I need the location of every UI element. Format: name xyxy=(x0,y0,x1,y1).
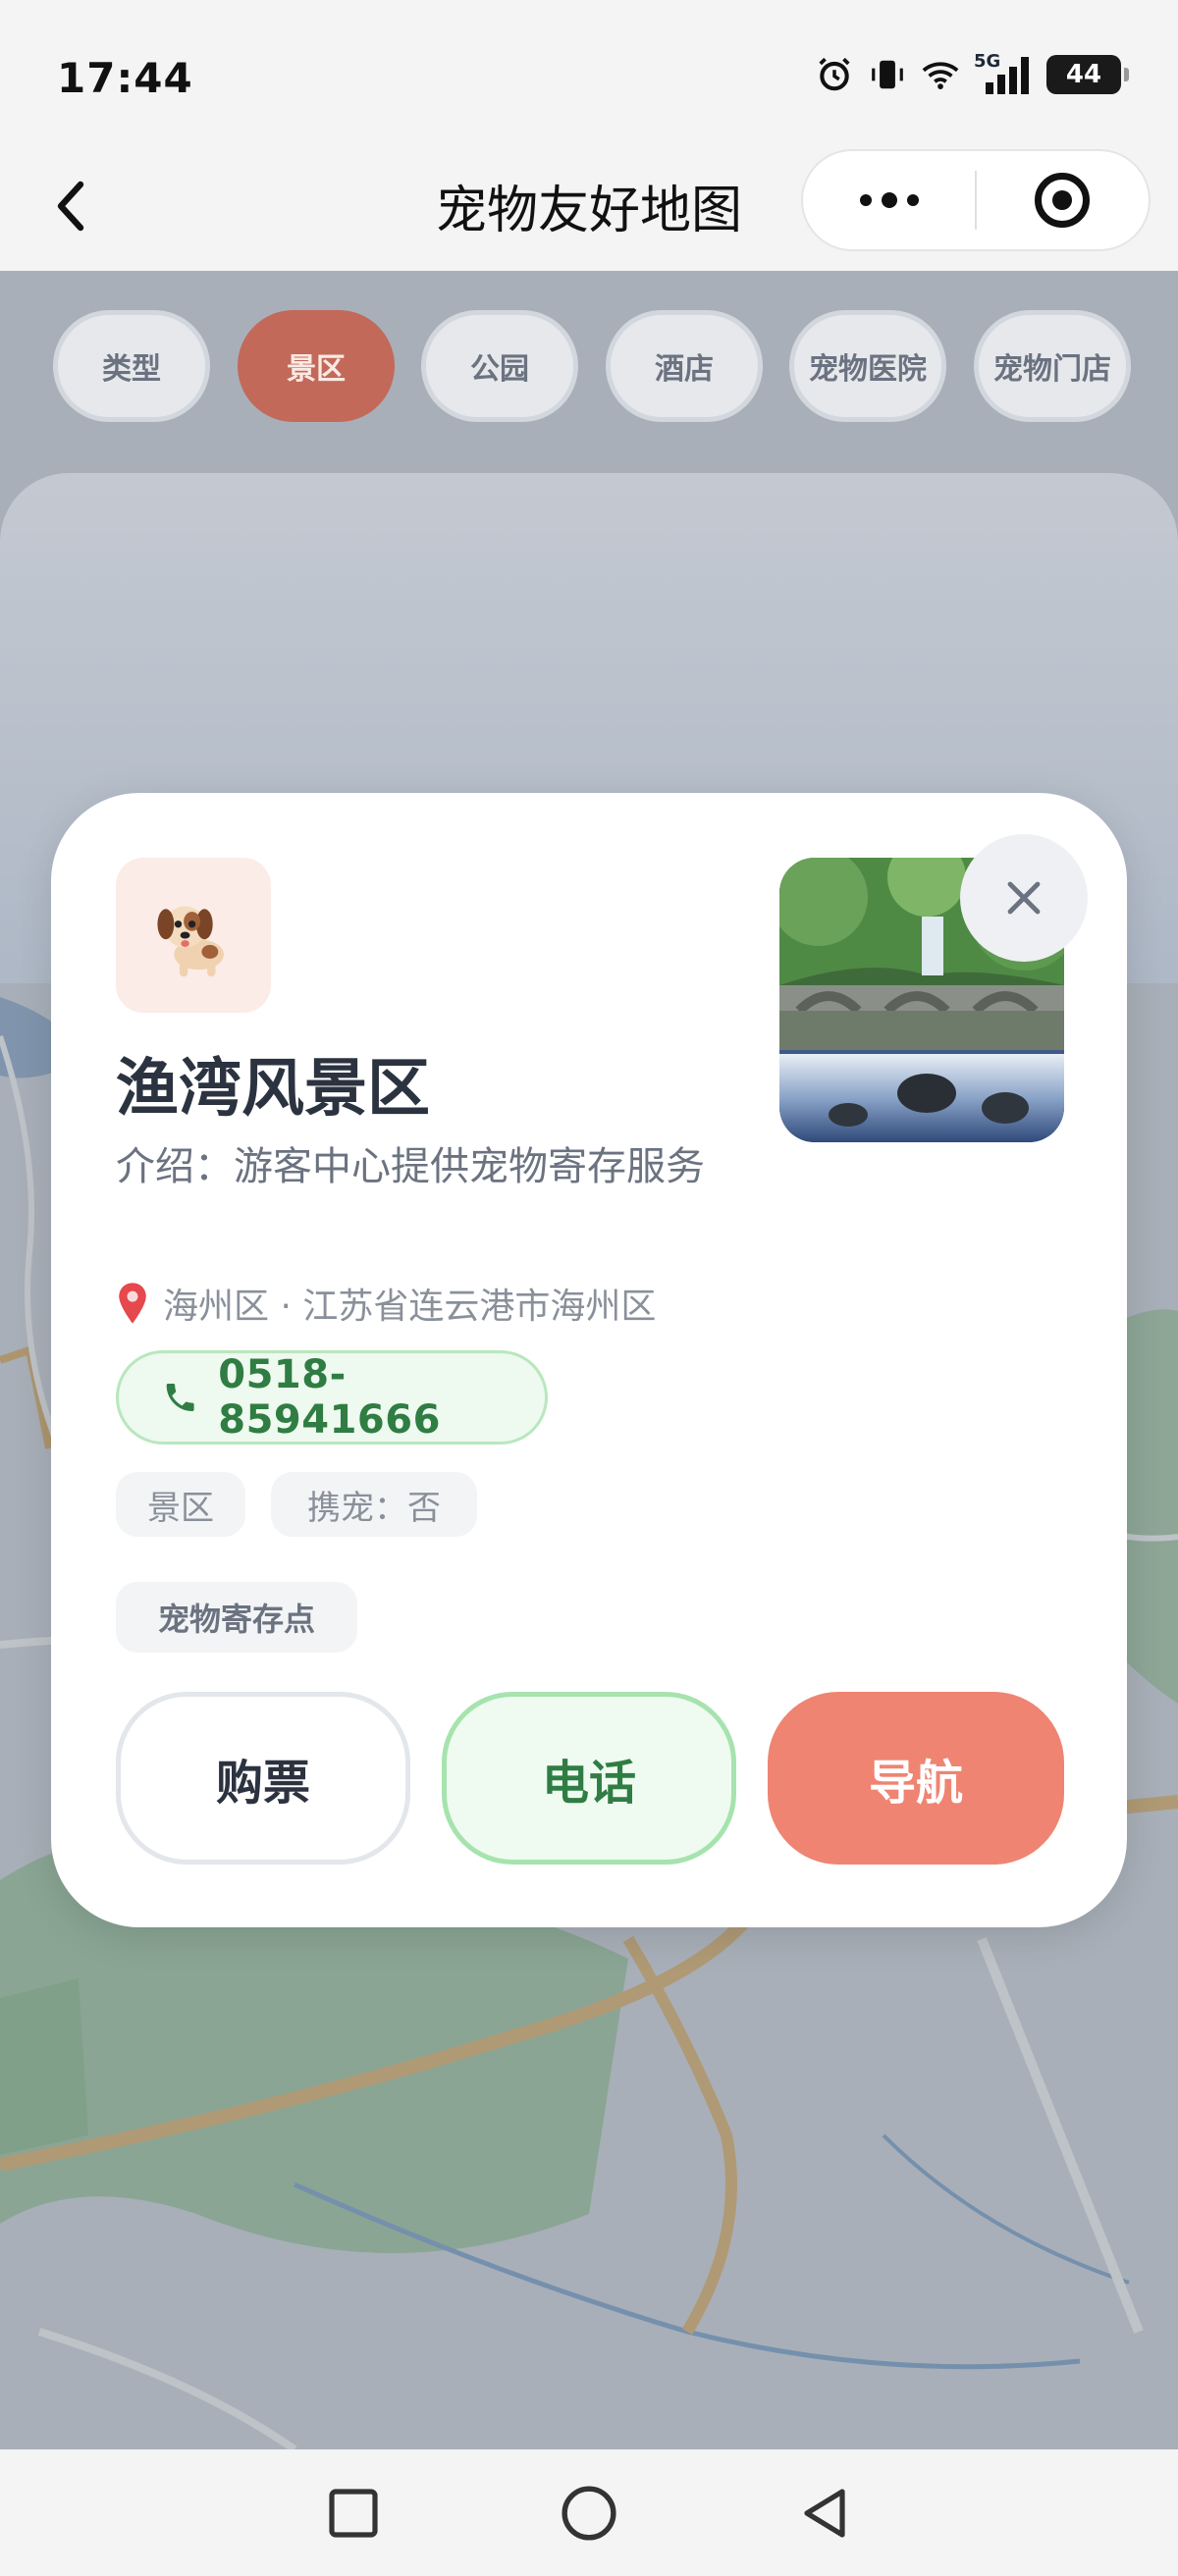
filter-chip-pet-hospital[interactable]: 宠物医院 xyxy=(789,310,946,422)
navigate-button[interactable]: 导航 xyxy=(768,1692,1064,1865)
filter-chip-scenic[interactable]: 景区 xyxy=(238,310,395,422)
filter-chip-hotel[interactable]: 酒店 xyxy=(606,310,763,422)
dog-icon xyxy=(157,906,224,977)
status-time: 17:44 xyxy=(57,54,193,102)
close-icon xyxy=(1007,881,1041,915)
target-icon xyxy=(1035,173,1091,228)
square-icon xyxy=(329,2488,378,2538)
place-intro: 介绍：游客中心提供宠物寄存服务 xyxy=(116,1144,705,1189)
alarm-icon xyxy=(815,55,854,94)
buy-ticket-button[interactable]: 购票 xyxy=(116,1692,410,1865)
pin-icon xyxy=(119,1283,146,1324)
phone-icon xyxy=(166,1384,194,1411)
call-button[interactable]: 电话 xyxy=(442,1692,736,1865)
place-address: 海州区 · 江苏省连云港市海州区 xyxy=(116,1278,656,1329)
battery-icon: 44 xyxy=(1046,55,1129,94)
filter-chip-park[interactable]: 公园 xyxy=(421,310,578,422)
home-button[interactable] xyxy=(550,2474,628,2552)
place-avatar xyxy=(116,858,271,1013)
more-dots-icon xyxy=(859,194,872,206)
triangle-back-icon xyxy=(804,2488,845,2538)
status-icons: 5G 44 xyxy=(815,51,1129,94)
system-nav-bar xyxy=(0,2449,1178,2576)
close-button[interactable] xyxy=(960,834,1088,962)
wifi-icon xyxy=(921,55,960,94)
circle-icon xyxy=(562,2485,616,2541)
filter-chips: 类型 景区 公园 酒店 宠物医院 宠物门店 xyxy=(0,310,1178,426)
filter-chip-pet-store[interactable]: 宠物门店 xyxy=(974,310,1131,422)
close-program-button[interactable] xyxy=(977,151,1149,249)
tag-pet-storage: 宠物寄存点 xyxy=(116,1582,357,1653)
signal-icon: 5G xyxy=(974,51,1033,94)
address-text: 海州区 · 江苏省连云港市海州区 xyxy=(163,1287,657,1327)
phone-number: 0518-85941666 xyxy=(218,1352,441,1443)
place-name: 渔湾风景区 xyxy=(116,1053,430,1126)
mini-program-capsule xyxy=(801,149,1151,251)
system-back-button[interactable] xyxy=(785,2474,864,2552)
recent-apps-button[interactable] xyxy=(314,2474,393,2552)
nav-bar: 宠物友好地图 xyxy=(0,145,1178,271)
more-button[interactable] xyxy=(803,151,975,249)
tag-category: 景区 xyxy=(116,1472,245,1537)
place-detail-card: 渔湾风景区 介绍：游客中心提供宠物寄存服务 海州区 · 江苏省连云港市海州区 0… xyxy=(51,793,1127,1927)
filter-chip-type[interactable]: 类型 xyxy=(53,310,210,422)
status-bar: 17:44 5G 44 xyxy=(0,0,1178,145)
tag-pet-allowed: 携宠：否 xyxy=(271,1472,477,1537)
vibrate-icon xyxy=(868,55,907,94)
phone-pill[interactable]: 0518-85941666 xyxy=(116,1350,548,1445)
